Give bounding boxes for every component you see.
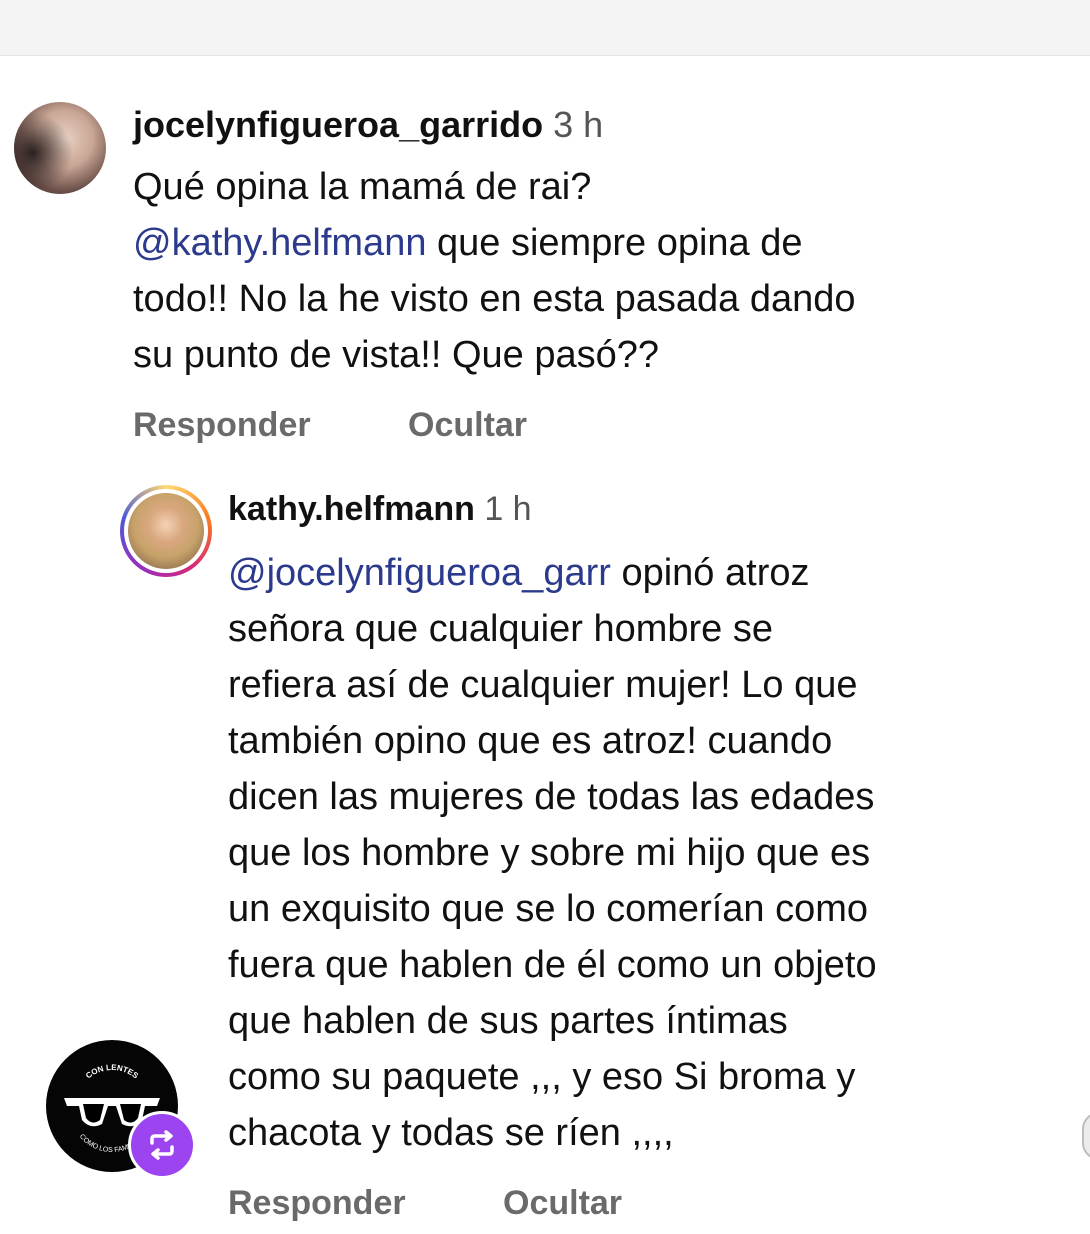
comment-line: refiera así de cualquier mujer! Lo que xyxy=(228,664,858,706)
comment-line: como su paquete ,,, y eso Si broma y xyxy=(228,1056,856,1098)
username-text[interactable]: kathy.helfmann xyxy=(228,490,475,528)
repost-button[interactable] xyxy=(128,1111,196,1179)
comment-line: @kathy.helfmann que siempre opina de xyxy=(133,222,803,265)
svg-text:CON LENTES: CON LENTES xyxy=(84,1063,140,1081)
comment-line: su punto de vista!! Que pasó?? xyxy=(133,334,660,376)
reply-button[interactable]: Responder xyxy=(133,406,311,445)
side-handle[interactable] xyxy=(1082,1112,1090,1160)
comment-line: @jocelynfigueroa_garr opinó atroz xyxy=(228,552,809,595)
hide-button[interactable]: Ocultar xyxy=(408,406,527,445)
reply-button[interactable]: Responder xyxy=(228,1184,406,1223)
comment-line: Qué opina la mamá de rai? xyxy=(133,166,592,208)
mention-link[interactable]: @jocelynfigueroa_garr xyxy=(228,552,611,594)
comment-username[interactable]: kathy.helfmann 1 h xyxy=(228,490,532,529)
mention-link[interactable]: @kathy.helfmann xyxy=(133,222,426,264)
comment-line: dicen las mujeres de todas las edades xyxy=(228,776,875,818)
comment-username[interactable]: jocelynfigueroa_garrido 3 h xyxy=(133,104,603,146)
comment-line-text: opinó atroz xyxy=(610,552,810,594)
username-text[interactable]: jocelynfigueroa_garrido xyxy=(133,104,543,145)
logo-top-text: CON LENTES xyxy=(84,1063,140,1081)
comment-line-text: que siempre opina de xyxy=(426,222,803,264)
hide-button[interactable]: Ocultar xyxy=(503,1184,622,1223)
avatar-story-ring[interactable] xyxy=(120,485,212,577)
comment-time: 1 h xyxy=(484,490,532,528)
avatar[interactable] xyxy=(14,102,106,194)
comment-line: también opino que es atroz! cuando xyxy=(228,720,833,762)
avatar[interactable] xyxy=(128,493,204,569)
repost-icon xyxy=(150,1130,174,1160)
comment-line: un exquisito que se lo comerían como xyxy=(228,888,869,930)
comment-line: todo!! No la he visto en esta pasada dan… xyxy=(133,278,856,320)
top-bar xyxy=(0,0,1090,56)
comment-line: que hablen de sus partes íntimas xyxy=(228,1000,788,1042)
comment-line: chacota y todas se ríen ,,,, xyxy=(228,1112,674,1154)
comment-line: que los hombre y sobre mi hijo que es xyxy=(228,832,871,874)
comment-time: 3 h xyxy=(553,104,604,145)
comment-line: fuera que hablen de él como un objeto xyxy=(228,944,877,986)
comment-line: señora que cualquier hombre se xyxy=(228,608,774,650)
